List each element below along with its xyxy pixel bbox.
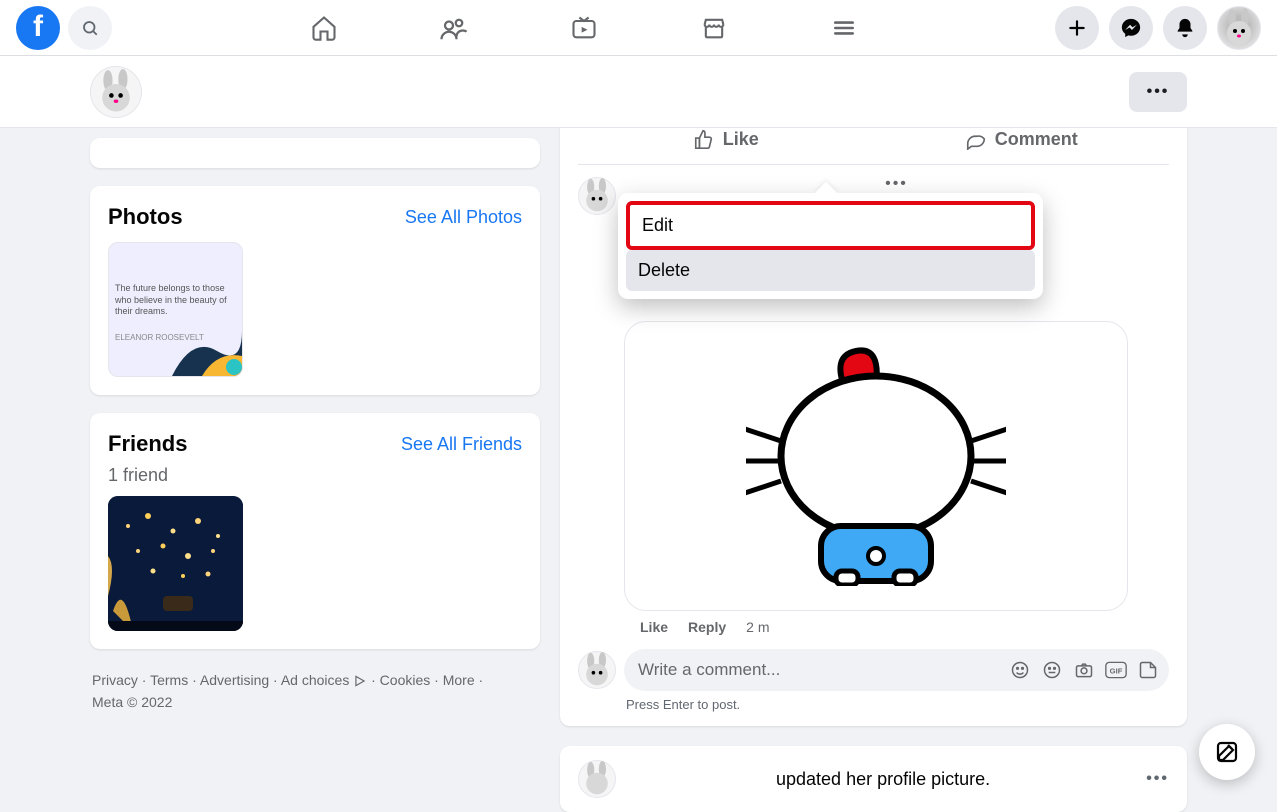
see-all-friends-link[interactable]: See All Friends — [401, 434, 522, 455]
post-card: Like Comment ••• Edit Delete — [560, 118, 1187, 726]
bunny-avatar-icon — [579, 178, 615, 214]
profile-subheader: ••• — [0, 56, 1277, 128]
footer-privacy[interactable]: Privacy — [92, 672, 138, 688]
watch-icon — [570, 14, 598, 42]
photo-thumbnail[interactable]: The future belongs to those who believe … — [108, 242, 243, 377]
footer-cookies[interactable]: Cookies — [367, 672, 430, 688]
card-placeholder-top — [90, 138, 540, 168]
nav-friends[interactable] — [429, 3, 479, 53]
comment-input[interactable]: Write a comment... GIF — [624, 649, 1169, 691]
messenger-button[interactable] — [1109, 6, 1153, 50]
nav-marketplace[interactable] — [689, 3, 739, 53]
photos-card: Photos See All Photos The future belongs… — [90, 186, 540, 395]
emoji-icon[interactable] — [1041, 659, 1063, 681]
footer-adchoices[interactable]: Ad choices — [269, 672, 349, 688]
facebook-logo-letter: f — [33, 10, 43, 44]
next-post-more[interactable]: ••• — [1146, 770, 1169, 788]
friends-icon — [439, 13, 469, 43]
write-comment-row: Write a comment... GIF — [578, 649, 1169, 691]
next-post-text: updated her profile picture. — [776, 769, 990, 790]
plus-icon — [1067, 18, 1087, 38]
comment-body: ••• Edit Delete — [624, 177, 1169, 635]
home-icon — [310, 14, 338, 42]
comment-label: Comment — [995, 129, 1078, 150]
top-nav-center — [112, 3, 1055, 53]
facebook-logo[interactable]: f — [16, 6, 60, 50]
friend-thumbnail[interactable] — [108, 496, 243, 631]
svg-text:GIF: GIF — [1110, 666, 1123, 675]
top-nav: f — [0, 0, 1277, 56]
adchoices-icon — [353, 674, 367, 688]
next-post-avatar[interactable] — [578, 760, 616, 798]
camera-icon[interactable] — [1073, 659, 1095, 681]
content-area: Photos See All Photos The future belongs… — [0, 128, 1277, 802]
footer-advertising[interactable]: Advertising — [188, 672, 269, 688]
footer-terms[interactable]: Terms — [138, 672, 188, 688]
friends-title: Friends — [108, 431, 187, 457]
nav-menu[interactable] — [819, 3, 869, 53]
comment-time: 2 m — [746, 619, 769, 635]
bunny-avatar-icon — [579, 652, 615, 688]
enter-hint: Press Enter to post. — [578, 691, 1169, 712]
notifications-button[interactable] — [1163, 6, 1207, 50]
photo-quote-text: The future belongs to those who believe … — [115, 283, 235, 318]
menu-icon — [831, 15, 857, 41]
search-icon — [81, 19, 99, 37]
photo-wave-graphic — [172, 321, 242, 376]
messenger-icon — [1120, 17, 1142, 39]
account-avatar[interactable] — [1217, 6, 1261, 50]
footer-meta: Meta © 2022 — [92, 694, 172, 710]
friends-card: Friends See All Friends 1 friend — [90, 413, 540, 649]
compose-fab[interactable] — [1199, 724, 1255, 780]
comment-row: ••• Edit Delete — [578, 165, 1169, 635]
comment-button[interactable]: Comment — [874, 124, 1170, 154]
create-button[interactable] — [1055, 6, 1099, 50]
comment-like[interactable]: Like — [640, 619, 668, 635]
compose-icon — [1215, 740, 1239, 764]
like-button[interactable]: Like — [578, 124, 874, 154]
bunny-avatar-icon — [1219, 8, 1259, 48]
search-button[interactable] — [68, 6, 112, 50]
next-post-left: updated her profile picture. — [578, 760, 990, 798]
bunny-avatar-icon — [579, 761, 615, 797]
comment-reply[interactable]: Reply — [688, 619, 726, 635]
comment-image-bubble[interactable] — [624, 321, 1128, 611]
like-label: Like — [723, 129, 759, 150]
footer-links: PrivacyTermsAdvertisingAd choices Cookie… — [90, 667, 540, 716]
my-avatar[interactable] — [578, 651, 616, 689]
footer-more[interactable]: More — [430, 672, 474, 688]
friends-count: 1 friend — [108, 465, 522, 486]
top-nav-left: f — [16, 6, 112, 50]
photos-title: Photos — [108, 204, 183, 230]
comment-input-icons: GIF — [1009, 659, 1159, 681]
commenter-avatar[interactable] — [578, 177, 616, 215]
hello-kitty-graphic — [746, 346, 1006, 586]
next-post-card: updated her profile picture. ••• — [560, 746, 1187, 812]
sticker-icon[interactable] — [1137, 659, 1159, 681]
avatar-sticker-icon[interactable] — [1009, 659, 1031, 681]
nav-home[interactable] — [299, 3, 349, 53]
comment-icon — [965, 128, 987, 150]
marketplace-icon — [700, 14, 728, 42]
friend-thumb-art — [108, 496, 243, 631]
comment-actions: Like Reply 2 m — [624, 611, 1169, 635]
menu-delete[interactable]: Delete — [626, 250, 1035, 291]
nav-watch[interactable] — [559, 3, 609, 53]
right-column: Like Comment ••• Edit Delete — [560, 128, 1187, 802]
see-all-photos-link[interactable]: See All Photos — [405, 207, 522, 228]
like-icon — [693, 128, 715, 150]
profile-avatar-small[interactable] — [90, 66, 142, 118]
left-column: Photos See All Photos The future belongs… — [90, 128, 540, 802]
profile-more-button[interactable]: ••• — [1129, 72, 1187, 112]
comment-placeholder: Write a comment... — [638, 660, 780, 680]
bunny-avatar-icon — [93, 69, 139, 115]
top-nav-right — [1055, 6, 1261, 50]
bell-icon — [1174, 17, 1196, 39]
comment-options-menu: Edit Delete — [618, 193, 1043, 299]
menu-edit[interactable]: Edit — [626, 201, 1035, 250]
gif-icon[interactable]: GIF — [1105, 659, 1127, 681]
